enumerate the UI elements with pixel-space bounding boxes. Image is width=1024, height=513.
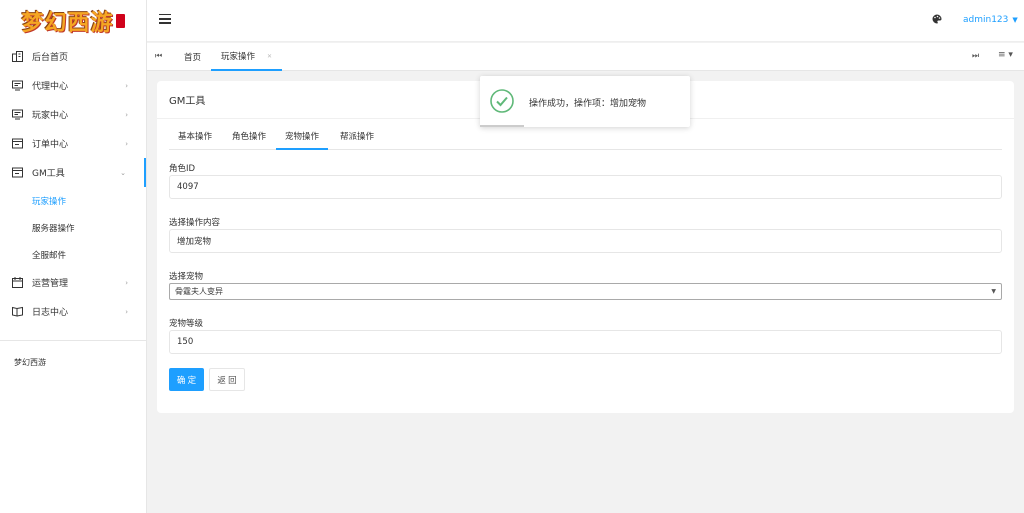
- sidebar-item-agent[interactable]: 代理中心 ›: [0, 71, 146, 100]
- sidebar-footer: 梦幻西游: [14, 358, 46, 367]
- subtab-basic[interactable]: 基本操作: [169, 126, 221, 150]
- user-menu[interactable]: admin123 ▼: [963, 15, 1018, 25]
- sidebar-item-label: 订单中心: [32, 140, 69, 150]
- operation-select[interactable]: 增加宠物: [169, 229, 1002, 253]
- sidebar-item-label: 运营管理: [32, 279, 69, 289]
- chevron-right-icon: ›: [125, 278, 128, 287]
- book-icon: [12, 306, 23, 317]
- sidebar-item-label: 代理中心: [32, 82, 69, 92]
- sidebar-subitem-server-ops[interactable]: 服务器操作: [0, 214, 146, 241]
- sidebar-subitem-global-mail[interactable]: 全服邮件: [0, 241, 146, 268]
- pet-level-value: 150: [177, 337, 194, 347]
- pet-value: 骨霆夫人变异: [175, 287, 223, 296]
- tab-menu-icon[interactable]: ≡ ▾: [998, 50, 1013, 60]
- pet-level-input[interactable]: 150: [169, 330, 1002, 354]
- success-check-icon: [490, 89, 514, 113]
- sidebar-item-player[interactable]: 玩家中心 ›: [0, 100, 146, 129]
- chevron-down-icon: ⌄: [120, 168, 126, 177]
- role-id-label: 角色ID: [169, 164, 196, 174]
- sidebar-subitem-player-ops[interactable]: 玩家操作: [0, 187, 146, 214]
- caret-down-icon: ▼: [1012, 16, 1018, 24]
- calendar-icon: [12, 277, 23, 288]
- sidebar-item-dashboard[interactable]: 后台首页: [0, 42, 146, 71]
- tab-bar: ⏮ 首页 玩家操作 ✕ ⏭ ≡ ▾: [147, 43, 1024, 71]
- logo-badge: [115, 14, 125, 28]
- tab-scroll-left-icon[interactable]: ⏮: [155, 51, 162, 61]
- chevron-right-icon: ›: [125, 139, 128, 148]
- window-icon: [12, 138, 23, 149]
- username: admin123: [963, 15, 1009, 25]
- gm-tools-card: GM工具 基本操作 角色操作 宠物操作 帮派操作 角色ID 4097 选择操作内…: [157, 81, 1014, 413]
- card-title: GM工具: [169, 96, 206, 107]
- confirm-button[interactable]: 确 定: [169, 368, 204, 391]
- menu-toggle-icon[interactable]: [159, 14, 171, 24]
- sidebar-nav: 后台首页 代理中心 › 玩家中心 › 订单中心 › GM工具 ⌄ 玩家操作 服务…: [0, 42, 146, 326]
- pet-select[interactable]: 骨霆夫人变异 ▼: [169, 283, 1002, 300]
- subtab-role[interactable]: 角色操作: [223, 126, 275, 150]
- subtabs: 基本操作 角色操作 宠物操作 帮派操作: [169, 126, 1002, 150]
- operation-label: 选择操作内容: [169, 218, 221, 228]
- subtab-pet[interactable]: 宠物操作: [276, 126, 329, 150]
- sidebar-item-orders[interactable]: 订单中心 ›: [0, 129, 146, 158]
- tab-label: 玩家操作: [221, 52, 256, 62]
- role-id-value: 4097: [177, 182, 199, 192]
- pet-label: 选择宠物: [169, 272, 204, 282]
- back-button[interactable]: 返 回: [209, 368, 245, 391]
- close-icon[interactable]: ✕: [267, 53, 272, 60]
- sidebar-item-label: 后台首页: [32, 53, 69, 63]
- pet-level-label: 宠物等级: [169, 319, 204, 329]
- palette-icon[interactable]: [932, 14, 942, 24]
- logo[interactable]: 梦幻西游: [0, 0, 146, 42]
- tab-scroll-right-icon[interactable]: ⏭: [972, 51, 979, 61]
- tab-home[interactable]: 首页: [184, 43, 201, 71]
- chevron-right-icon: ›: [125, 110, 128, 119]
- subtab-guild[interactable]: 帮派操作: [331, 126, 383, 150]
- dropdown-arrow-icon: ▼: [991, 288, 996, 295]
- sidebar-item-logs[interactable]: 日志中心 ›: [0, 297, 146, 326]
- chevron-right-icon: ›: [125, 81, 128, 90]
- success-toast: 操作成功，操作项：增加宠物: [480, 76, 690, 127]
- window-icon: [12, 167, 23, 178]
- chevron-right-icon: ›: [125, 307, 128, 316]
- logo-text: 梦幻西游: [21, 10, 114, 36]
- toast-progress: [480, 125, 524, 127]
- sidebar-item-label: GM工具: [32, 169, 65, 179]
- sidebar-item-gm-tools[interactable]: GM工具 ⌄: [0, 158, 146, 187]
- sidebar-item-operations[interactable]: 运营管理 ›: [0, 268, 146, 297]
- top-header: admin123 ▼: [147, 0, 1024, 42]
- dashboard-icon: [12, 51, 23, 62]
- monitor-icon: [12, 109, 23, 120]
- tab-player-ops[interactable]: 玩家操作 ✕: [211, 43, 283, 71]
- sidebar: 梦幻西游 后台首页 代理中心 › 玩家中心 › 订单中心 › GM工具 ⌄ 玩家…: [0, 0, 147, 513]
- tab-label: 首页: [184, 53, 202, 63]
- operation-value: 增加宠物: [177, 237, 212, 247]
- monitor-icon: [12, 80, 23, 91]
- role-id-input[interactable]: 4097: [169, 175, 1002, 199]
- sidebar-item-label: 玩家中心: [32, 111, 69, 121]
- sidebar-item-label: 日志中心: [32, 308, 69, 318]
- toast-message: 操作成功，操作项：增加宠物: [529, 99, 647, 109]
